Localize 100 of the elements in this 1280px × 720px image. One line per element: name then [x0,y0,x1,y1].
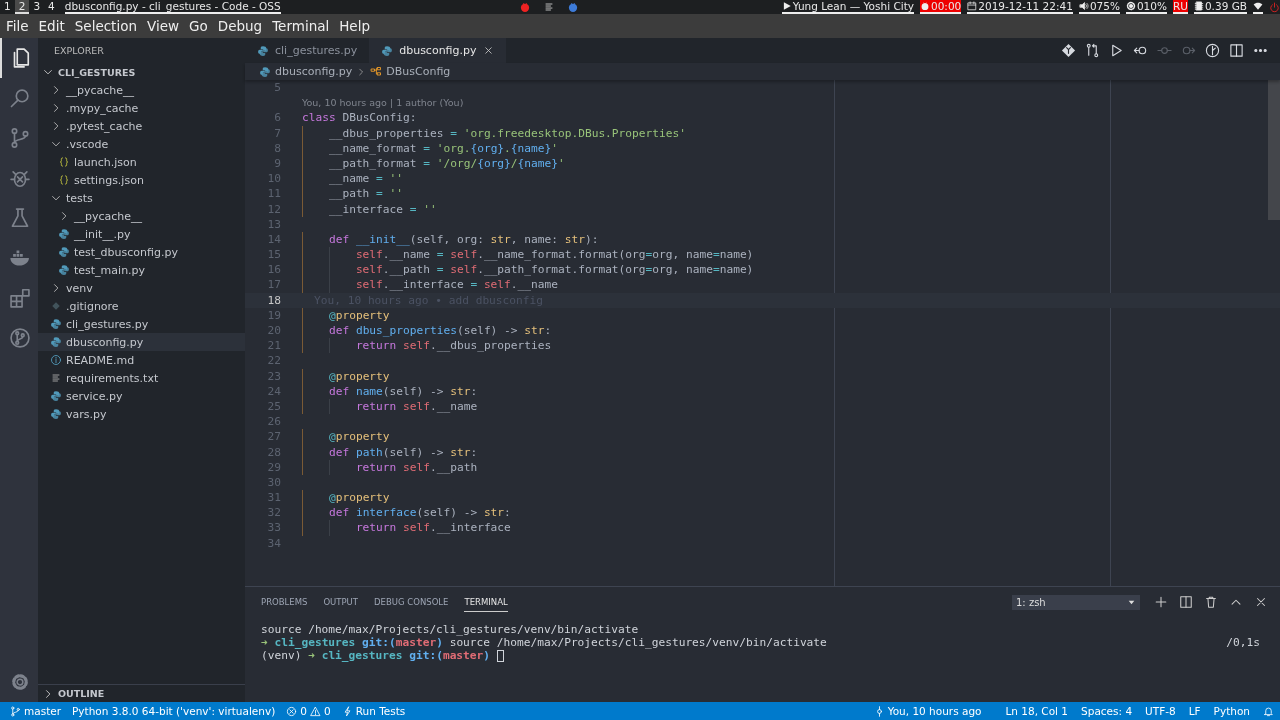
scrollbar-thumb[interactable] [1268,80,1280,220]
code-line: def name(self) -> str: [327,383,478,399]
panel-tab[interactable]: OUTPUT [323,592,359,612]
file-tree-item[interactable]: __init__.py [38,225,245,243]
menu-item[interactable]: Help [334,18,375,34]
power-icon[interactable] [1269,1,1280,13]
command-duration: /0,1s [1226,636,1261,649]
workspace-tab[interactable]: 2 [14,0,30,14]
file-tree-item[interactable]: test_dbusconfig.py [38,243,245,261]
split-icon[interactable] [1179,595,1193,609]
blame-info[interactable]: You, 10 hours ago [873,705,982,717]
indentation-selector[interactable]: Spaces: 4 [1081,705,1133,717]
menu-item[interactable]: Selection [69,18,142,34]
line-number: 29 [266,459,281,475]
panel-tab[interactable]: PROBLEMS [261,592,308,612]
python-icon [58,246,70,258]
file-tree-item[interactable]: .mypy_cache [38,99,245,117]
cursor-position[interactable]: Ln 18, Col 1 [1005,705,1069,717]
app-icon[interactable] [567,1,580,13]
line-number: 17 [266,277,281,293]
whale-icon[interactable] [9,247,31,269]
line-number: 25 [266,398,281,415]
menu-item[interactable]: View [141,18,184,34]
editor-tab[interactable]: cli_gestures.py [245,38,370,63]
line-number: 20 [266,323,281,339]
menu-item[interactable]: File [1,18,34,34]
encoding-selector[interactable]: UTF-8 [1145,705,1176,717]
menu-item[interactable]: Edit [33,18,70,34]
code-line: @property [327,307,390,323]
file-tree-item[interactable]: .vscode [38,135,245,153]
file-tree-item[interactable]: vars.py [38,405,245,423]
file-tree-item[interactable]: launch.json [38,153,245,171]
git-history-icon[interactable] [9,327,31,349]
code-line: return self.__dbus_properties [354,338,552,354]
branch-icon[interactable] [9,127,31,149]
file-tree-item[interactable]: __pycache__ [38,207,245,225]
file-tree-item[interactable]: __pycache__ [38,81,245,99]
class-icon [370,65,383,78]
code-line: __path = '' [327,186,404,202]
language-selector[interactable]: Python [1213,705,1250,717]
file-tree-item[interactable]: .pytest_cache [38,117,245,135]
extensions-icon[interactable] [9,287,31,309]
plus-icon[interactable] [1154,595,1168,609]
search-icon[interactable] [9,87,31,109]
diamond-icon[interactable] [1061,43,1076,58]
code-line: __path_format = '/org/{org}/{name}' [327,155,565,172]
terminal-dropdown[interactable]: 1: zsh [1012,594,1140,610]
workspace-tab[interactable]: 3 [29,0,45,14]
calendar-icon [967,1,978,11]
brightness-level: 010% [1136,0,1167,12]
split-editor-icon[interactable] [1229,43,1244,58]
panel-tab[interactable]: DEBUG CONSOLE [374,592,449,612]
line-number: 32 [266,505,281,521]
breadcrumb-item[interactable]: dbusconfig.py [275,65,353,78]
line-number: 27 [266,429,281,445]
menu-item[interactable]: Go [184,18,213,34]
workspace-tab[interactable]: 1 [0,0,15,14]
file-tree-item[interactable]: README.md [38,351,245,369]
workspace-tab[interactable]: 4 [44,0,59,14]
file-tree-item[interactable]: .gitignore [38,297,245,315]
settings-icon[interactable] [10,672,30,692]
file-tree-item[interactable]: requirements.txt [38,369,245,387]
play-icon[interactable] [1109,43,1124,58]
line-number: 26 [266,414,281,430]
file-tree-item[interactable]: service.py [38,387,245,405]
file-tree-item[interactable]: tests [38,189,245,207]
app-icon[interactable] [519,1,532,13]
line-number: 16 [266,262,281,278]
history-icon[interactable] [1205,43,1220,58]
file-tree-item[interactable]: settings.json [38,171,245,189]
python-icon [381,44,394,57]
compare-icon[interactable] [1085,43,1100,58]
close-icon[interactable] [1254,595,1268,609]
file-tree-item[interactable]: venv [38,279,245,297]
menu-item[interactable]: Debug [212,18,268,34]
menu-item[interactable]: Terminal [267,18,335,34]
file-tree-item[interactable]: test_main.py [38,261,245,279]
trash-icon[interactable] [1204,595,1218,609]
bell-icon[interactable] [1263,705,1274,717]
code-line: self.__name = self.__name_format.format(org=org, name=name) [354,247,754,263]
branch-indicator[interactable]: master [10,705,62,717]
file-tree-item[interactable]: dbusconfig.py [38,333,245,351]
line-number: 31 [266,490,281,506]
close-icon[interactable] [482,45,494,56]
interpreter-selector[interactable]: Python 3.8.0 64-bit ('venv': virtualenv) [72,705,276,717]
panel-tab[interactable]: TERMINAL [464,592,508,612]
file-tree-item[interactable]: cli_gestures.py [38,315,245,333]
run-tests-button[interactable]: Run Tests [341,705,406,717]
folder-header[interactable]: CLI_GESTURES [38,63,245,81]
problems-indicator[interactable]: 0 0 [286,705,331,717]
eol-selector[interactable]: LF [1188,705,1201,717]
memory-usage: 0.39 GB [1204,0,1247,12]
breadcrumb-item[interactable]: DBusConfig [386,65,451,78]
code-line: return self.__interface [354,520,511,536]
code-line: @property [327,490,390,506]
line-number: 23 [266,368,281,384]
editor-tab[interactable]: dbusconfig.py [369,38,506,63]
flask-icon[interactable] [9,207,31,229]
volume-level: 075% [1089,0,1120,12]
codelens[interactable]: You, 10 hours ago | 1 author (You) [245,95,1280,111]
